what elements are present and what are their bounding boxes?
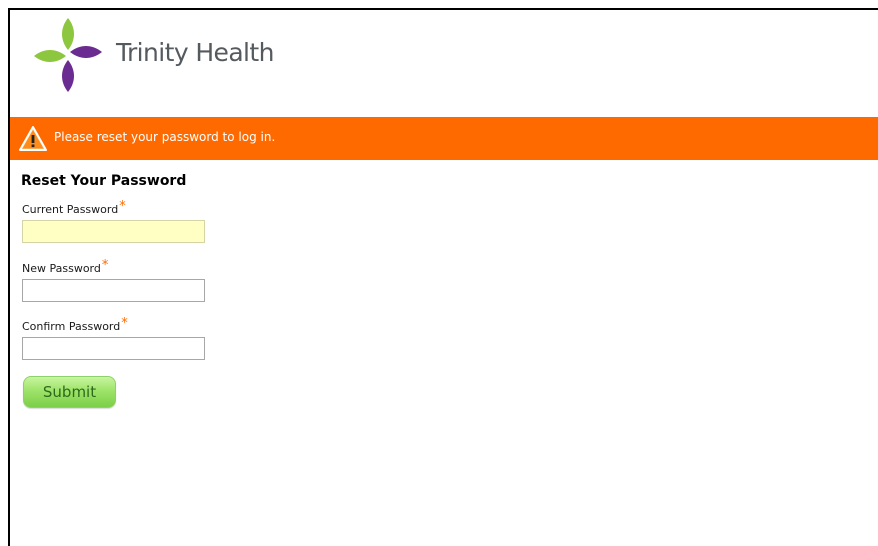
required-marker: * xyxy=(121,316,128,331)
trinity-cross-logo-icon xyxy=(34,18,102,92)
confirm-password-label: Confirm Password* xyxy=(22,316,128,334)
alert-banner: Please reset your password to log in. xyxy=(10,117,878,160)
new-password-label-text: New Password xyxy=(22,262,101,275)
confirm-password-label-text: Confirm Password xyxy=(22,320,121,333)
required-marker: * xyxy=(119,199,126,214)
trinity-health-logo: Trinity Health xyxy=(32,16,292,94)
header: Trinity Health xyxy=(10,10,878,116)
new-password-label: New Password* xyxy=(22,258,109,276)
form-title: Reset Your Password xyxy=(21,173,187,189)
submit-button[interactable]: Submit xyxy=(23,376,116,408)
page-frame: Trinity Health Please reset your passwor… xyxy=(8,8,878,546)
required-marker: * xyxy=(101,258,109,273)
confirm-password-input[interactable] xyxy=(22,337,205,360)
new-password-input[interactable] xyxy=(22,279,205,302)
warning-icon xyxy=(19,126,47,151)
current-password-label: Current Password* xyxy=(22,199,126,217)
current-password-input[interactable] xyxy=(22,220,205,243)
current-password-label-text: Current Password xyxy=(22,203,119,216)
brand-name: Trinity Health xyxy=(116,38,274,67)
alert-message: Please reset your password to log in. xyxy=(54,130,276,144)
